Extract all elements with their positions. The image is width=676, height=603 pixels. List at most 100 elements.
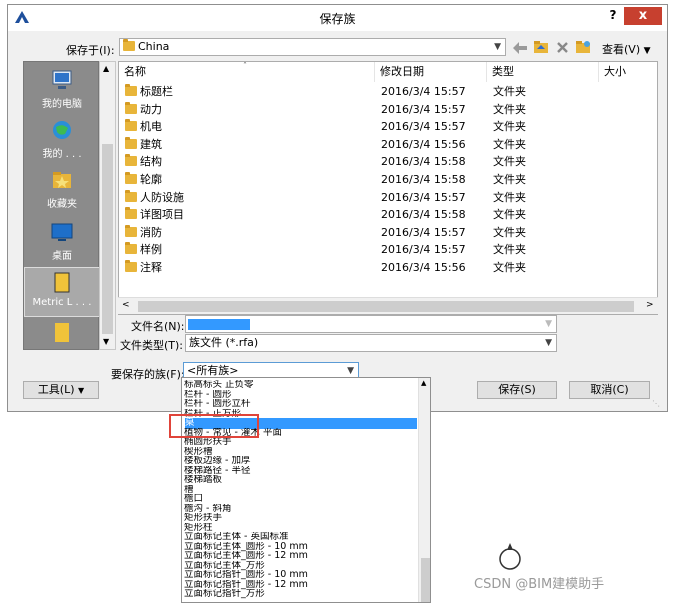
- new-folder-icon[interactable]: [575, 40, 591, 54]
- up-folder-icon[interactable]: [533, 40, 549, 54]
- file-type: 文件夹: [493, 243, 526, 257]
- folder-icon: [125, 154, 137, 167]
- name-cell: 注释: [125, 259, 162, 276]
- library-folder-icon: [54, 272, 70, 293]
- window-title: 保存族: [319, 12, 356, 26]
- place-label: 我的电脑: [42, 99, 82, 110]
- name-cell: 人防设施: [125, 189, 184, 206]
- file-type: 文件夹: [493, 173, 526, 186]
- scroll-up-icon[interactable]: ▲: [421, 379, 426, 387]
- places-scrollbar[interactable]: ▲ ▼: [99, 61, 116, 350]
- family-option[interactable]: 楼梯踏板: [184, 475, 414, 485]
- place-network[interactable]: 我的 . . .: [24, 118, 100, 160]
- column-header-type[interactable]: 类型: [487, 62, 599, 82]
- scroll-thumb[interactable]: [138, 301, 634, 312]
- family-option[interactable]: 矩形柱: [184, 523, 414, 533]
- file-row[interactable]: 样例 2016/3/4 15:57 文件夹: [119, 241, 657, 258]
- file-list-hscroll[interactable]: < >: [118, 297, 658, 314]
- highlight-box: [169, 414, 259, 438]
- place-metric-library[interactable]: Metric L . . .: [24, 267, 100, 317]
- family-option[interactable]: 立面标记主体 - 英国标准: [184, 532, 414, 542]
- file-name: 结构: [140, 155, 162, 169]
- file-date: 2016/3/4 15:58: [381, 155, 466, 169]
- resize-grip-icon[interactable]: ⋱: [652, 399, 660, 408]
- family-option[interactable]: 立面标记主体_圆形 - 10 mm: [184, 542, 414, 552]
- save-button[interactable]: 保存(S): [477, 381, 557, 399]
- file-row[interactable]: 建筑 2016/3/4 15:56 文件夹: [119, 136, 657, 153]
- file-type: 文件夹: [493, 155, 526, 169]
- family-option[interactable]: 标高标头 正负零: [184, 380, 414, 390]
- filename-input[interactable]: ▼: [185, 315, 557, 333]
- scroll-down-icon[interactable]: ▼: [103, 337, 109, 346]
- chevron-down-icon: ▼: [494, 42, 501, 52]
- file-row[interactable]: 标题栏 2016/3/4 15:57 文件夹: [119, 83, 657, 100]
- file-name: 人防设施: [140, 190, 184, 204]
- column-header-date[interactable]: 修改日期: [375, 62, 487, 82]
- places-bar: 我的电脑 我的 . . . 收藏夹 桌面 Metric L . . .: [23, 61, 100, 350]
- place-label: Metric L . . .: [32, 297, 92, 308]
- view-menu[interactable]: 查看(V) ▼: [602, 41, 651, 57]
- place-folder[interactable]: [24, 320, 100, 347]
- folder-icon: [125, 84, 137, 96]
- file-row[interactable]: 消防 2016/3/4 15:57 文件夹: [119, 224, 657, 241]
- column-label: 名称: [124, 65, 146, 78]
- family-option[interactable]: 立面标记指针_圆形 - 12 mm: [184, 580, 414, 590]
- help-button[interactable]: ?: [606, 8, 620, 24]
- family-option[interactable]: 立面标记指针_方形: [184, 589, 414, 599]
- place-desktop[interactable]: 桌面: [24, 220, 100, 262]
- file-row[interactable]: 人防设施 2016/3/4 15:57 文件夹: [119, 189, 657, 206]
- tools-button[interactable]: 工具(L) ▼: [23, 381, 99, 399]
- filetype-value: 族文件 (*.rfa): [189, 336, 259, 349]
- filetype-combo[interactable]: 族文件 (*.rfa) ▼: [185, 334, 557, 352]
- family-option[interactable]: 栏杆 - 圆形立杆: [184, 399, 414, 409]
- family-option[interactable]: 立面标记主体_方形: [184, 561, 414, 571]
- folder-icon: [125, 242, 137, 255]
- family-option[interactable]: 栏杆 - 圆形: [184, 390, 414, 400]
- family-option[interactable]: 立面标记指针_圆形 - 10 mm: [184, 570, 414, 580]
- file-row[interactable]: 注释 2016/3/4 15:56 文件夹: [119, 259, 657, 276]
- file-row[interactable]: 结构 2016/3/4 15:58 文件夹: [119, 153, 657, 170]
- family-option[interactable]: 檐口: [184, 494, 414, 504]
- file-date: 2016/3/4 15:57: [381, 225, 466, 239]
- family-option[interactable]: 槽: [184, 485, 414, 495]
- file-row[interactable]: 动力 2016/3/4 15:57 文件夹: [119, 101, 657, 118]
- delete-icon[interactable]: [556, 41, 569, 54]
- file-row[interactable]: 详图项目 2016/3/4 15:58 文件夹: [119, 206, 657, 223]
- file-date: 2016/3/4 15:57: [381, 243, 466, 257]
- column-header-name[interactable]: 名称 ˄: [119, 62, 375, 82]
- cancel-button[interactable]: 取消(C): [569, 381, 650, 399]
- file-row[interactable]: 轮廓 2016/3/4 15:58 文件夹: [119, 171, 657, 188]
- tools-label: 工具(L): [37, 383, 75, 396]
- family-option[interactable]: 楔形槽: [184, 447, 414, 457]
- file-type: 文件夹: [493, 208, 526, 222]
- family-option[interactable]: 矩形扶手: [184, 513, 414, 523]
- scroll-right-icon[interactable]: >: [646, 300, 654, 310]
- place-label: 我的 . . .: [42, 149, 82, 160]
- family-option[interactable]: 楼板边缘 - 加厚: [184, 456, 414, 466]
- scroll-left-icon[interactable]: <: [122, 300, 130, 310]
- view-label: 查看(V): [602, 43, 641, 56]
- column-header-size[interactable]: 大小: [599, 62, 657, 82]
- scroll-thumb[interactable]: [421, 558, 430, 602]
- scroll-up-icon[interactable]: ▲: [103, 64, 109, 73]
- place-label: 收藏夹: [47, 199, 77, 210]
- close-button[interactable]: x: [624, 7, 662, 25]
- favorites-folder-icon: [53, 172, 71, 188]
- dropdown-scrollbar[interactable]: ▲: [418, 378, 430, 602]
- file-name: 消防: [140, 225, 162, 239]
- file-name: 建筑: [140, 137, 162, 151]
- back-arrow-icon[interactable]: [513, 42, 527, 54]
- family-option[interactable]: 椭圆形扶手: [184, 437, 414, 447]
- family-option[interactable]: 立面标记主体_圆形 - 12 mm: [184, 551, 414, 561]
- family-option[interactable]: 楼梯路径 - 半径: [184, 466, 414, 476]
- family-option[interactable]: 檐沟 - 斜角: [184, 504, 414, 514]
- folder-icon: [125, 119, 137, 132]
- folder-icon: [125, 260, 137, 272]
- file-row[interactable]: 机电 2016/3/4 15:57 文件夹: [119, 118, 657, 135]
- family-dropdown-list: 标高标头 正负零 栏杆 - 圆形 栏杆 - 圆形立杆 栏杆 - 正方形桌植物 - 常见…: [181, 377, 431, 603]
- place-my-computer[interactable]: 我的电脑: [24, 68, 100, 110]
- title-bar: 保存族 ? x: [8, 5, 667, 31]
- scroll-thumb[interactable]: [102, 144, 113, 334]
- save-in-combo[interactable]: China ▼: [119, 38, 506, 56]
- place-favorites[interactable]: 收藏夹: [24, 168, 100, 210]
